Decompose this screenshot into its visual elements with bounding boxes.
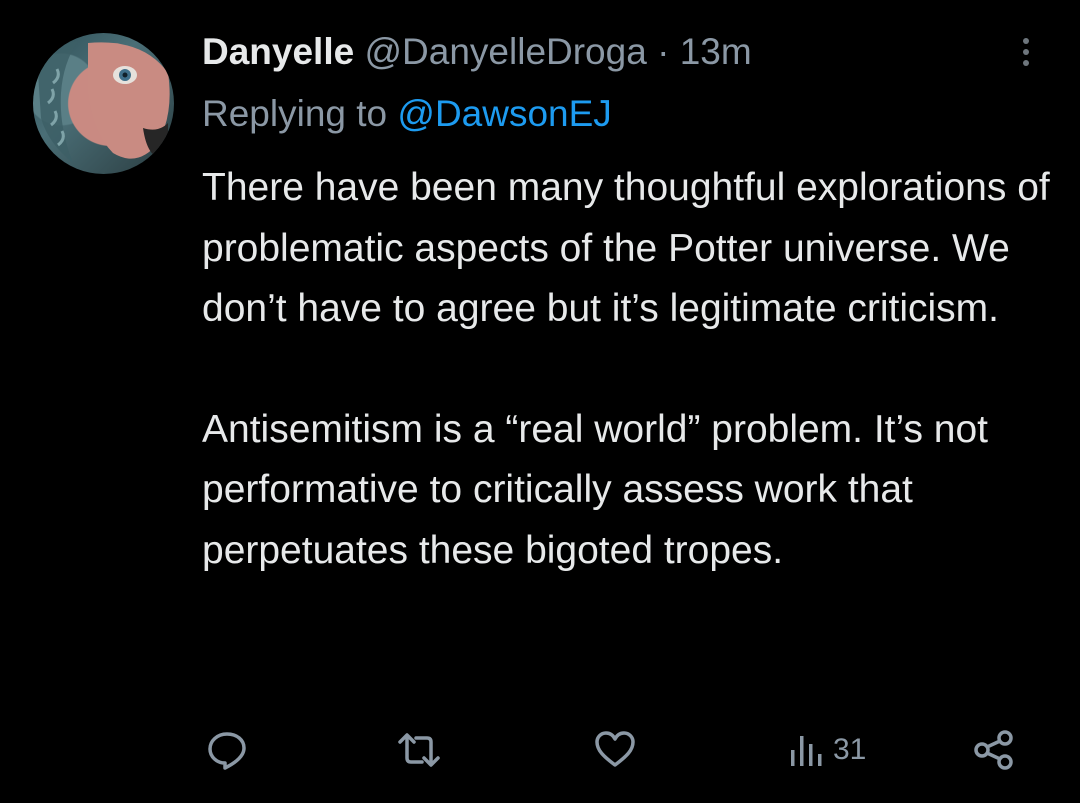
more-vertical-icon [1023, 38, 1029, 44]
timestamp[interactable]: 13m [680, 31, 752, 72]
heart-icon [595, 731, 635, 767]
retweet-button[interactable] [396, 722, 442, 778]
more-dot [1023, 60, 1029, 66]
tweet-paragraph: Antisemitism is a “real world” problem. … [202, 407, 989, 572]
replying-to: Replying to @DawsonEJ [202, 90, 612, 138]
reply-mention-link[interactable]: @DawsonEJ [397, 93, 611, 134]
author-handle[interactable]: @DanyelleDroga [364, 31, 646, 72]
action-bar: 31 [0, 722, 1080, 778]
tweet-paragraph: There have been many thoughtful explorat… [202, 166, 1050, 330]
like-button[interactable] [593, 722, 637, 778]
tweet-header: Danyelle @DanyelleDroga · 13m [202, 28, 752, 76]
tweet-text: There have been many thoughtful explorat… [202, 158, 1062, 581]
tweet: Danyelle @DanyelleDroga · 13m Replying t… [0, 0, 1080, 803]
reply-button[interactable] [205, 722, 249, 778]
more-dot [1023, 49, 1029, 55]
analytics-icon [791, 736, 822, 766]
share-button[interactable] [972, 722, 1016, 778]
views-button[interactable]: 31 [787, 722, 866, 778]
separator-dot: · [657, 31, 670, 72]
replying-to-label: Replying to [202, 93, 388, 134]
views-count: 31 [833, 733, 867, 766]
author-name[interactable]: Danyelle [202, 31, 354, 72]
retweet-icon [398, 733, 440, 767]
share-icon [974, 730, 1013, 770]
more-options-button[interactable] [1014, 32, 1038, 72]
reply-icon [208, 732, 246, 770]
avatar[interactable] [33, 33, 174, 174]
